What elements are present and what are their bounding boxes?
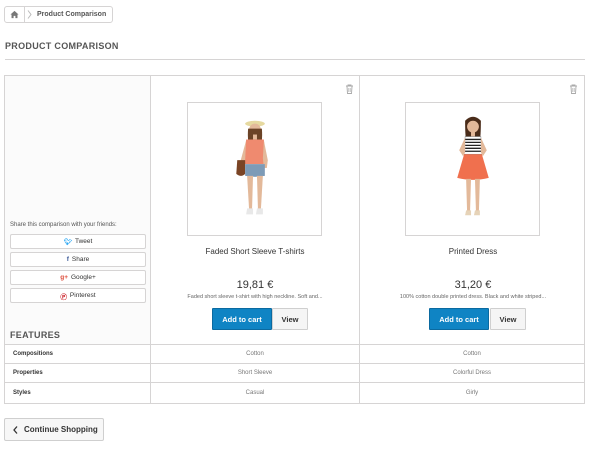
product-description: 100% cotton double printed dress. Black … <box>399 294 547 300</box>
pinterest-icon: Ⓟ <box>60 293 67 301</box>
product-name[interactable]: Printed Dress <box>360 247 586 256</box>
comparison-table: Share this comparison with your friends:… <box>4 75 585 404</box>
view-button[interactable]: View <box>490 308 526 330</box>
feature-value: Colorful Dress <box>452 370 491 376</box>
product-column-2: Printed Dress 31,20 € 100% cotton double… <box>360 76 586 344</box>
home-icon[interactable] <box>5 7 25 22</box>
product-column-1: Faded Short Sleeve T-shirts 19,81 € Fade… <box>151 76 360 344</box>
breadcrumb: Product Comparison <box>4 6 114 23</box>
features-title: FEATURES <box>10 330 61 340</box>
google-plus-label: Google+ <box>71 274 96 281</box>
feature-value: Short Sleeve <box>151 364 360 382</box>
product-image[interactable] <box>405 102 540 236</box>
feature-row: Styles Casual Girly <box>5 382 584 403</box>
view-button[interactable]: View <box>272 308 308 330</box>
add-to-cart-button[interactable]: Add to cart <box>429 308 489 330</box>
feature-value: Casual <box>151 383 360 403</box>
product-description: Faded short sleeve t-shirt with high nec… <box>187 294 323 300</box>
trash-icon[interactable] <box>569 84 578 94</box>
facebook-label: Share <box>71 256 90 263</box>
product-price: 31,20 € <box>454 279 492 291</box>
trash-icon[interactable] <box>345 84 354 94</box>
model-tshirt-image <box>236 120 268 215</box>
product-price: 19,81 € <box>236 279 274 291</box>
page-title: PRODUCT COMPARISON <box>5 41 119 51</box>
chevron-left-icon <box>13 425 18 434</box>
model-dress-image <box>457 116 489 216</box>
share-label: Share this comparison with your friends: <box>10 222 117 228</box>
heading-divider <box>5 59 585 60</box>
pinterest-button[interactable]: Ⓟ Pinterest <box>10 288 146 303</box>
feature-name: Styles <box>5 383 151 403</box>
tweet-button[interactable]: 🐦︎ Tweet <box>10 234 146 249</box>
feature-name: Properties <box>5 364 151 382</box>
chevron-right-icon <box>25 7 33 22</box>
continue-shopping-button[interactable]: Continue Shopping <box>4 418 104 441</box>
product-name[interactable]: Faded Short Sleeve T-shirts <box>151 247 359 256</box>
pinterest-label: Pinterest <box>69 292 96 299</box>
breadcrumb-current: Product Comparison <box>37 11 107 18</box>
feature-name: Compositions <box>5 345 151 363</box>
google-plus-icon: g+ <box>60 274 68 281</box>
tweet-label: Tweet <box>74 238 93 245</box>
continue-shopping-label: Continue Shopping <box>24 425 98 434</box>
facebook-share-button[interactable]: f Share <box>10 252 146 267</box>
feature-value: Girly <box>465 390 479 396</box>
share-column: Share this comparison with your friends:… <box>5 76 151 344</box>
add-to-cart-button[interactable]: Add to cart <box>212 308 272 330</box>
facebook-icon: f <box>66 256 69 263</box>
feature-row: Properties Short Sleeve Colorful Dress <box>5 363 584 382</box>
feature-row: Compositions Cotton Cotton <box>5 344 584 363</box>
feature-value: Cotton <box>463 351 481 357</box>
product-image[interactable] <box>187 102 322 236</box>
feature-value: Cotton <box>151 345 360 363</box>
twitter-icon: 🐦︎ <box>63 238 72 246</box>
google-plus-button[interactable]: g+ Google+ <box>10 270 146 285</box>
